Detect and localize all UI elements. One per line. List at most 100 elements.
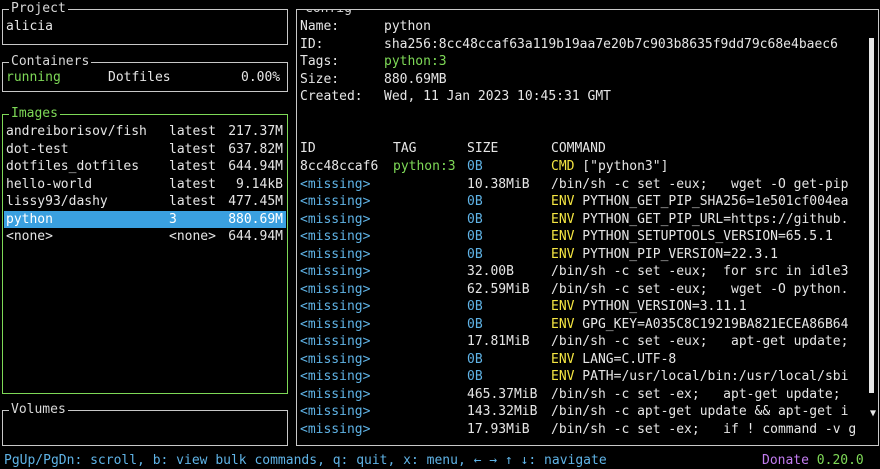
image-row[interactable]: lissy93/dashy latest 477.45M (4, 193, 286, 211)
history-row: <missing> 0B ENV PYTHON_VERSION=3.11.1 (297, 298, 878, 316)
config-name-label: Name: (300, 19, 340, 34)
history-id: <missing> (300, 281, 371, 297)
history-command-text: /bin/sh -c set -eux; wget -O get-pip (551, 176, 849, 192)
history-row: <missing> 0B ENV PYTHON_GET_PIP_URL=https:… (297, 211, 878, 229)
history-id: 8cc48ccaf6 (300, 159, 379, 174)
image-name: dot-test (6, 141, 69, 157)
history-command-keyword: ENV (551, 369, 575, 384)
history-header-tag: TAG (393, 141, 417, 156)
image-tag: latest (169, 194, 216, 209)
history-row: <missing> 0B ENV PYTHON_PIP_VERSION=22.3.1 (297, 246, 878, 264)
history-row: 8cc48ccaf6 python:3 0B CMD ["python3"] (297, 158, 878, 176)
image-size: 644.94M (228, 159, 283, 174)
history-row: <missing> 465.37MiB/bin/sh -c set -ex; ap… (297, 386, 878, 404)
history-command-text: PYTHON_SETUPTOOLS_VERSION=65.5.1 (574, 229, 833, 244)
history-size: 465.37MiB (467, 386, 538, 402)
history-command: ENV PYTHON_VERSION=3.11.1 (551, 298, 747, 316)
history-command: CMD ["python3"] (551, 158, 668, 176)
history-size: 0B (467, 229, 483, 244)
history-size: 10.38MiB (467, 176, 530, 192)
config-tags-value: python:3 (384, 54, 447, 69)
scroll-down-arrow-icon[interactable]: ▼ (870, 409, 876, 419)
history-command: /bin/sh -c set -eux; wget -O python. (551, 281, 848, 299)
project-panel[interactable]: Project alicia (2, 1, 288, 45)
image-name: lissy93/dashy (6, 194, 108, 209)
history-header: ID TAG SIZE COMMAND (297, 140, 878, 158)
project-name: alicia (6, 19, 53, 34)
history-command-text: /bin/sh -c set -eux; for src in idle3 (551, 264, 849, 279)
images-panel-title: Images (9, 106, 60, 122)
config-created-row: Created: Wed, 11 Jan 2023 10:45:31 GMT (297, 88, 878, 106)
history-id: <missing> (300, 404, 371, 419)
config-scrollbar[interactable]: ▼ (867, 38, 876, 423)
config-id-label: ID: (300, 37, 324, 52)
history-command-keyword: ENV (551, 316, 575, 332)
history-size: 32.00B (467, 264, 514, 279)
image-row[interactable]: dot-test latest 637.82M (4, 141, 286, 159)
image-tag: latest (169, 141, 216, 157)
config-size-value: 880.69MB (384, 72, 447, 87)
history-command-keyword: ENV (551, 351, 575, 367)
history-size: 0B (467, 351, 483, 367)
donate-link[interactable]: Donate 0.20.0 (762, 453, 864, 469)
history-size: 17.81MiB (467, 334, 530, 349)
history-command-text: PYTHON_GET_PIP_URL=https://github. (574, 211, 849, 227)
history-command-text: PYTHON_GET_PIP_SHA256=1e501cf004ea (574, 194, 849, 209)
history-command-text: GPG_KEY=A035C8C19219BA821ECEA86B64 (574, 316, 849, 332)
config-panel[interactable]: Config Name: python ID: sha256:8cc48ccaf… (296, 9, 879, 446)
history-row: <missing> 32.00B/bin/sh -c set -eux; for … (297, 263, 878, 281)
history-command-keyword: ENV (551, 194, 575, 209)
history-command-keyword: ENV (551, 246, 575, 262)
history-command: ENV PYTHON_GET_PIP_URL=https://github. (551, 211, 848, 229)
history-id: <missing> (300, 351, 371, 367)
containers-panel-title: Containers (9, 54, 92, 70)
history-row: <missing> 17.93MiB/bin/sh -c set -ex; if … (297, 421, 878, 439)
history-id: <missing> (300, 386, 371, 402)
volumes-panel[interactable]: Volumes (2, 402, 288, 446)
history-id: <missing> (300, 421, 371, 437)
history-id: <missing> (300, 299, 371, 314)
history-size: 62.59MiB (467, 281, 530, 297)
container-row[interactable]: running Dotfiles 0.00% (3, 69, 287, 87)
image-row[interactable]: dotfiles_dotfiles latest 644.94M (4, 158, 286, 176)
image-row[interactable]: <none> <none> 644.94M (4, 228, 286, 246)
history-command: /bin/sh -c set -eux; apt-get update; (551, 333, 848, 351)
history-header-size: SIZE (467, 141, 499, 156)
history-command-keyword: ENV (551, 211, 575, 227)
history-command-keyword: ENV (551, 299, 575, 314)
history-id: <missing> (300, 194, 371, 209)
image-name: python (6, 211, 53, 227)
config-size-label: Size: (300, 72, 340, 87)
image-tag: latest (169, 124, 216, 139)
history-command-text: /bin/sh -c set -eux; wget -O python. (551, 281, 849, 297)
history-size: 0B (467, 159, 483, 174)
history-command: /bin/sh -c set -eux; wget -O get-pip (551, 176, 848, 194)
history-command-text: PYTHON_VERSION=3.11.1 (574, 299, 747, 314)
history-row: <missing> 0B ENV GPG_KEY=A035C8C19219BA821… (297, 316, 878, 334)
history-command: /bin/sh -c apt-get update && apt-get i (551, 403, 848, 421)
image-row[interactable]: python 3 880.69M (4, 210, 286, 228)
image-tag: latest (169, 159, 216, 174)
config-scroll-thumb[interactable] (869, 38, 874, 393)
history-id: <missing> (300, 334, 371, 349)
images-panel[interactable]: Images andreiborisov/fish latest 217.37M do… (2, 106, 288, 394)
image-row[interactable]: andreiborisov/fish latest 217.37M (4, 123, 286, 141)
container-name: Dotfiles (108, 70, 171, 85)
image-row[interactable]: hello-world latest 9.14kB (4, 176, 286, 194)
history-size: 0B (467, 316, 483, 332)
history-row: <missing> 17.81MiB/bin/sh -c set -eux; ap… (297, 333, 878, 351)
history-command-text: LANG=C.UTF-8 (574, 351, 677, 367)
image-size: 217.37M (228, 124, 283, 139)
image-tag: 3 (169, 211, 177, 227)
containers-panel[interactable]: Containers running Dotfiles 0.00% (2, 54, 288, 92)
history-command-text: /bin/sh -c set -ex; if ! command -v g (551, 421, 857, 437)
image-size: 644.94M (228, 229, 283, 244)
history-row: <missing> 143.32MiB/bin/sh -c apt-get upd… (297, 403, 878, 421)
image-tag: <none> (169, 229, 216, 244)
history-command-text: PATH=/usr/local/bin:/usr/local/sbi (574, 369, 849, 384)
history-command: /bin/sh -c set -eux; for src in idle3 (551, 263, 848, 281)
config-name-row: Name: python (297, 18, 878, 36)
config-created-value: Wed, 11 Jan 2023 10:45:31 GMT (384, 89, 611, 104)
history-command: /bin/sh -c set -ex; if ! command -v g (551, 421, 856, 439)
image-size: 477.45M (228, 194, 283, 209)
